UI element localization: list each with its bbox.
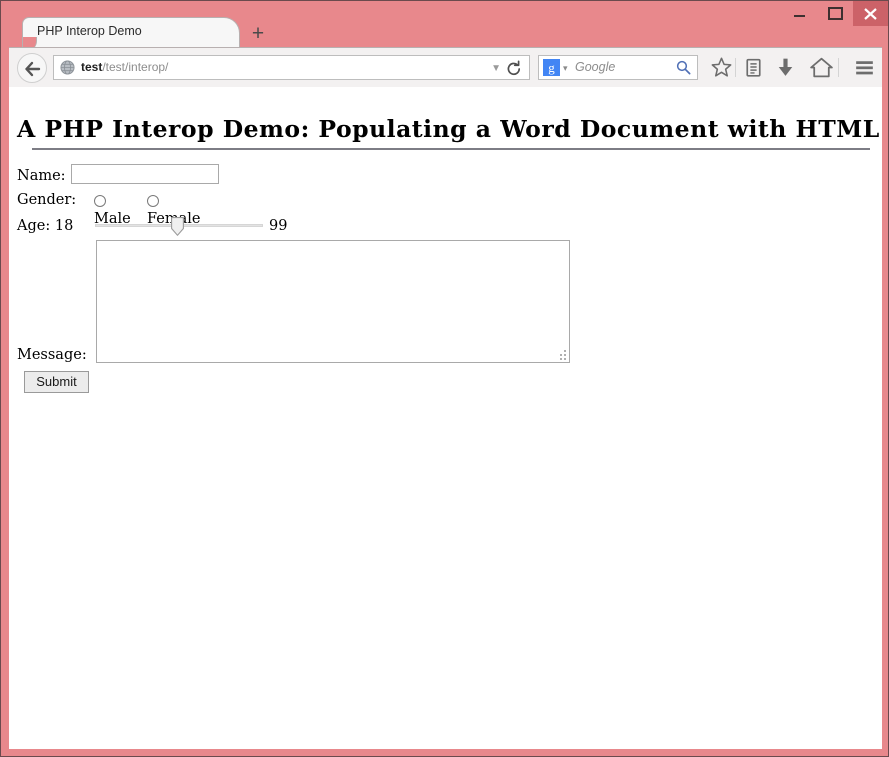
new-tab-button[interactable]: + bbox=[241, 21, 275, 47]
url-bar[interactable]: test/test/interop/ ▼ bbox=[53, 55, 530, 80]
age-max-value: 99 bbox=[269, 218, 288, 234]
chevron-down-icon[interactable]: ▾ bbox=[563, 63, 568, 74]
download-arrow-glyph bbox=[778, 58, 793, 76]
back-button[interactable] bbox=[17, 53, 47, 83]
bookmark-star-icon[interactable] bbox=[709, 55, 734, 80]
name-label: Name: bbox=[17, 168, 66, 184]
magnifier-icon[interactable] bbox=[675, 59, 692, 76]
horizontal-rule bbox=[32, 148, 870, 150]
toolbar-separator bbox=[735, 58, 736, 77]
url-domain: test bbox=[81, 60, 103, 74]
textarea-resize-grip[interactable] bbox=[558, 350, 568, 360]
clipboard-glyph bbox=[746, 58, 761, 77]
tab-label: PHP Interop Demo bbox=[37, 24, 142, 38]
chevron-down-icon[interactable]: ▼ bbox=[491, 63, 501, 74]
globe-favicon bbox=[60, 60, 75, 75]
reload-icon[interactable] bbox=[505, 60, 523, 78]
page-title: A PHP Interop Demo: Populating a Word Do… bbox=[17, 114, 882, 143]
gender-label: Gender: bbox=[17, 192, 77, 208]
name-input[interactable] bbox=[71, 164, 219, 184]
browser-window: PHP Interop Demo + test/test/interop/ ▼ bbox=[0, 0, 889, 757]
radio-male-icon[interactable] bbox=[94, 195, 106, 207]
google-logo-icon[interactable]: g bbox=[543, 59, 560, 76]
hamburger-glyph bbox=[856, 61, 873, 75]
navigation-toolbar: test/test/interop/ ▼ g ▾ Google bbox=[9, 47, 882, 87]
submit-button[interactable]: Submit bbox=[24, 371, 89, 393]
menu-hamburger-icon[interactable] bbox=[852, 55, 877, 80]
house-glyph bbox=[810, 57, 833, 78]
message-textarea[interactable] bbox=[96, 240, 570, 363]
radio-female-icon[interactable] bbox=[147, 195, 159, 207]
slider-thumb[interactable] bbox=[171, 217, 184, 236]
downloads-icon[interactable] bbox=[773, 55, 798, 80]
search-bar[interactable]: g ▾ Google bbox=[538, 55, 698, 80]
star-glyph bbox=[711, 57, 732, 77]
age-label: Age: bbox=[17, 218, 51, 234]
tab-strip: PHP Interop Demo + bbox=[9, 15, 882, 51]
search-input[interactable]: Google bbox=[575, 60, 615, 74]
url-path: /test/interop/ bbox=[102, 60, 169, 74]
age-slider[interactable] bbox=[95, 215, 263, 237]
age-min-value: 18 bbox=[54, 218, 74, 234]
back-arrow-icon bbox=[25, 61, 41, 77]
home-icon[interactable] bbox=[809, 55, 834, 80]
page-content: A PHP Interop Demo: Populating a Word Do… bbox=[9, 87, 882, 749]
reading-list-icon[interactable] bbox=[741, 55, 766, 80]
url-text: test/test/interop/ bbox=[81, 60, 168, 74]
toolbar-separator bbox=[838, 58, 839, 77]
message-label: Message: bbox=[17, 347, 87, 363]
age-label-group: Age: 18 bbox=[17, 218, 73, 234]
tab-php-interop-demo[interactable]: PHP Interop Demo bbox=[22, 17, 240, 51]
